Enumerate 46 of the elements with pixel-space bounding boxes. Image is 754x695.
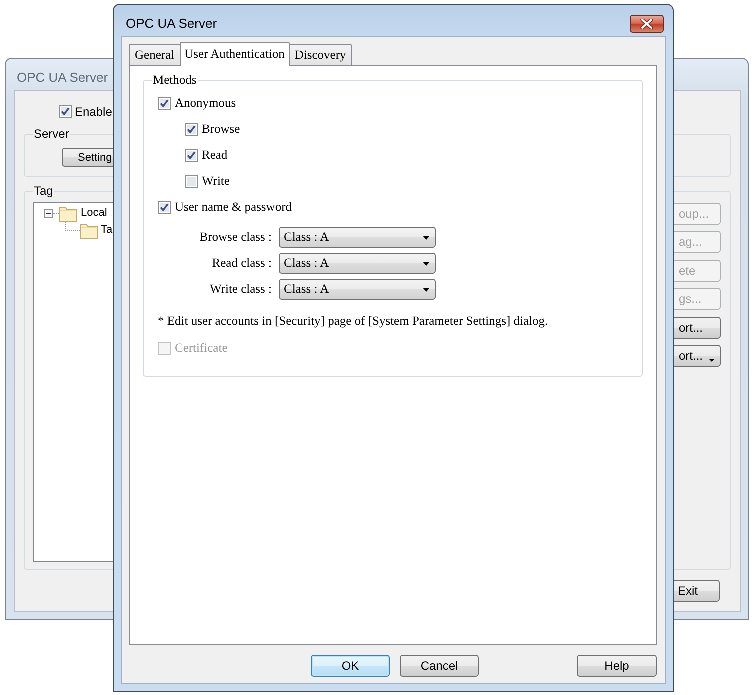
class-dropdown[interactable]: Class : A xyxy=(279,227,436,248)
field-label: Read class : xyxy=(212,256,272,271)
checkbox[interactable] xyxy=(185,122,198,136)
setting-button[interactable]: Setting xyxy=(62,148,113,167)
checkbox-label: User name & password xyxy=(175,200,292,214)
caret-icon xyxy=(423,288,430,292)
window-title: OPC UA Server xyxy=(17,70,108,84)
checkbox-label: Certificate xyxy=(175,340,228,356)
dialog-button[interactable]: OK xyxy=(311,655,390,677)
window-title: OPC UA Server xyxy=(126,16,218,31)
caret-icon xyxy=(423,236,430,240)
caret-icon xyxy=(709,358,715,362)
class-dropdown[interactable]: Class : A xyxy=(279,253,436,274)
checkbox-label: Browse xyxy=(202,122,240,136)
tree-item[interactable]: Ta xyxy=(101,222,113,239)
checkbox[interactable] xyxy=(158,96,171,110)
checkbox[interactable] xyxy=(185,174,198,188)
checkbox-label: Anonymous xyxy=(175,96,236,110)
help-button[interactable]: Help xyxy=(577,655,657,677)
group-label: Server xyxy=(33,127,70,141)
close-icon xyxy=(640,18,654,28)
checkbox[interactable] xyxy=(158,200,171,214)
dialog-button[interactable]: Cancel xyxy=(400,655,479,677)
folder-icon xyxy=(59,204,77,222)
folder-icon xyxy=(80,222,98,239)
group-label: Tag xyxy=(33,184,54,198)
tab[interactable]: Discovery xyxy=(288,44,352,65)
caret-icon xyxy=(423,262,430,266)
close-button[interactable] xyxy=(630,14,664,32)
tree-item[interactable]: Local xyxy=(81,204,108,222)
checkbox-label: Read xyxy=(202,148,228,162)
checkbox[interactable] xyxy=(59,105,72,118)
field-label: Write class : xyxy=(210,282,272,297)
collapse-icon[interactable] xyxy=(44,208,53,218)
checkbox[interactable] xyxy=(185,148,198,162)
note-text: * Edit user accounts in [Security] page of [System Parameter Settings] dialog. xyxy=(158,313,548,329)
checkbox-label: Enable xyxy=(75,104,112,118)
tab[interactable]: User Authentication xyxy=(180,42,290,66)
field-label: Browse class : xyxy=(200,230,272,245)
tag-action-button[interactable]: ort... xyxy=(673,344,721,367)
tag-action-button[interactable]: ort... xyxy=(673,316,721,339)
class-dropdown[interactable]: Class : A xyxy=(279,279,436,300)
exit-button[interactable]: Exit xyxy=(673,580,720,602)
group-label: Methods xyxy=(152,73,198,87)
checkbox-label: Write xyxy=(202,174,230,188)
tab[interactable]: General xyxy=(129,44,181,65)
